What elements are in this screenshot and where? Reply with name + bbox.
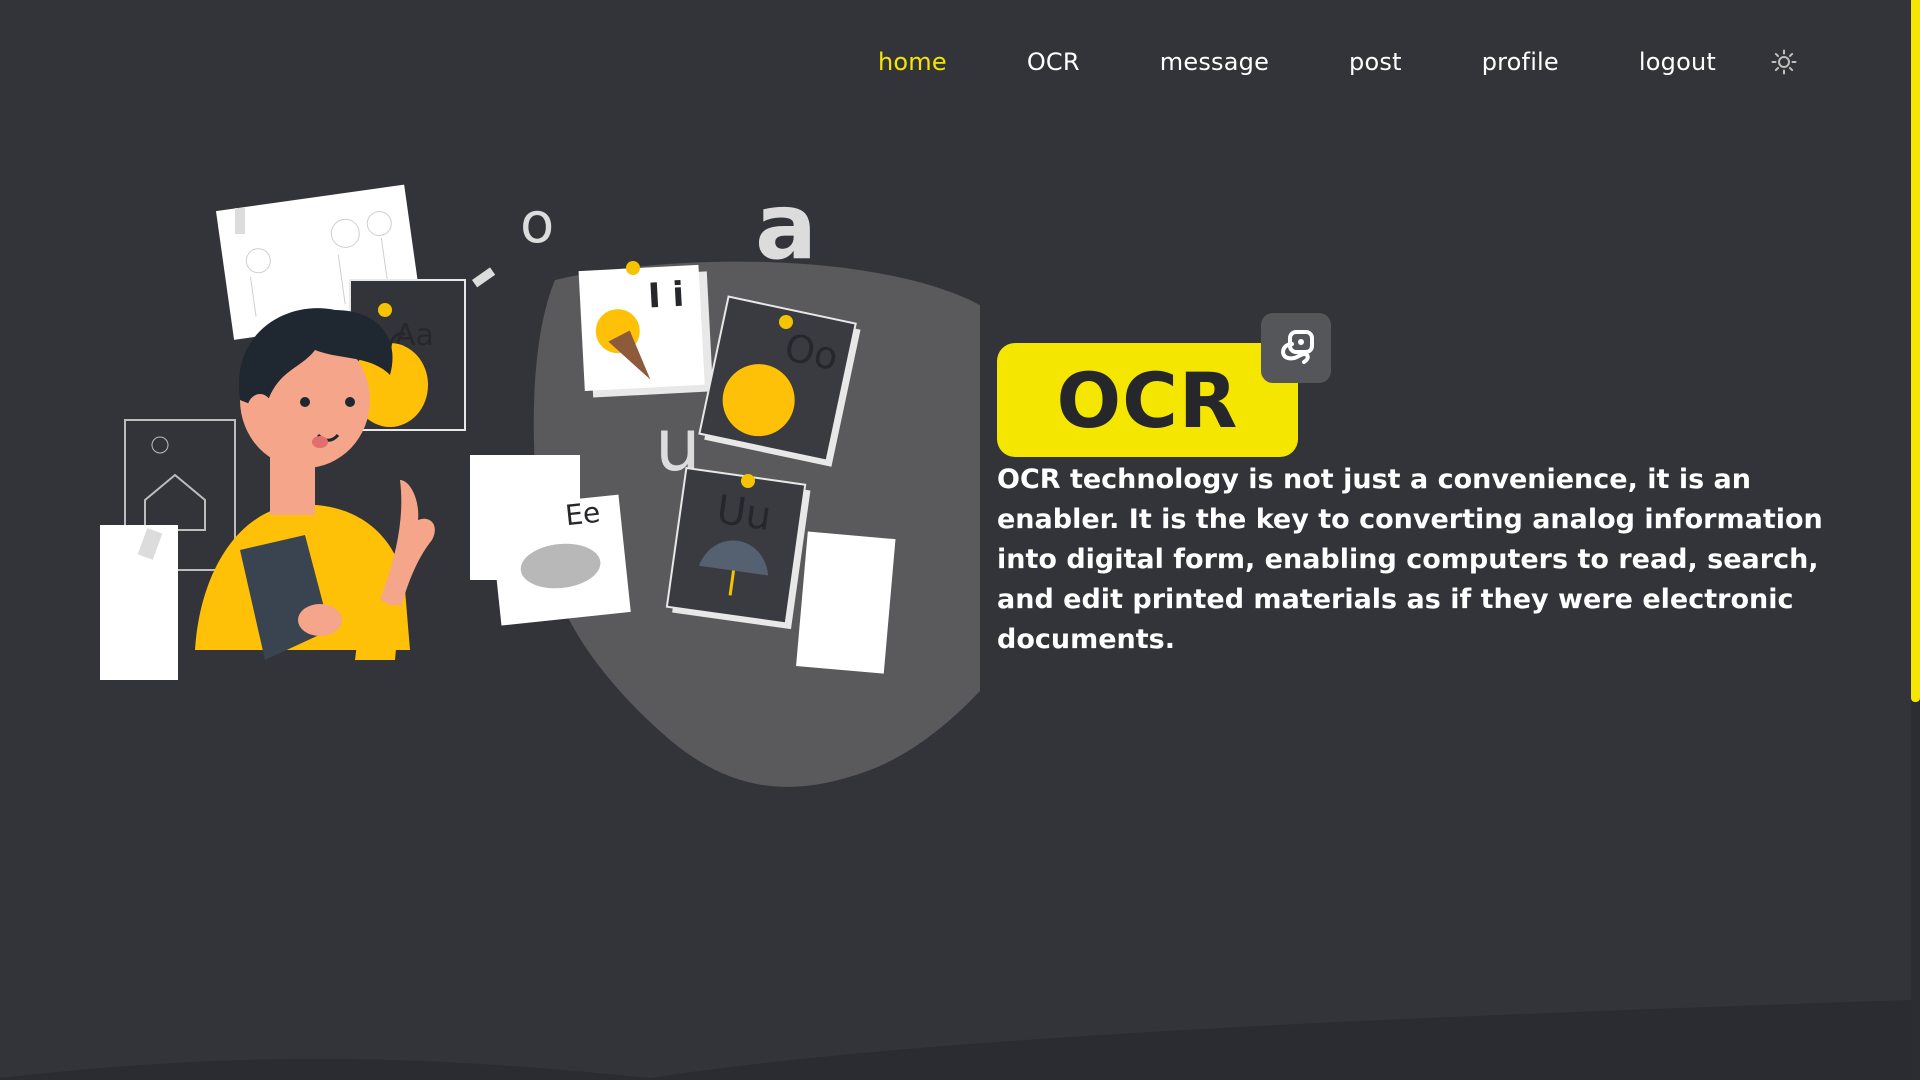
nav-ocr[interactable]: OCR [1027,44,1080,80]
ocr-badge [1261,313,1331,383]
nav-home[interactable]: home [878,44,947,80]
main-nav: home OCR message post profile logout [878,44,1802,80]
hero-title: OCR [1056,355,1239,445]
nav-profile[interactable]: profile [1482,44,1559,80]
theme-toggle-button[interactable] [1766,44,1802,80]
svg-text:Ee: Ee [564,496,602,532]
nav-message[interactable]: message [1160,44,1269,80]
nav-post[interactable]: post [1349,44,1402,80]
scrollbar-thumb[interactable] [1911,0,1920,702]
sun-icon [1771,49,1797,75]
letter-a: a [755,180,817,280]
ocr-scan-icon [1281,330,1314,364]
letter-o: o [520,191,554,256]
hero-description: OCR technology is not just a convenience… [997,464,1823,655]
hero-illustration: o a u i Aa I i Oo Uu [100,180,980,787]
nav-logout[interactable]: logout [1639,44,1716,80]
bottom-wave-decoration [0,1000,1911,1080]
svg-text:Uu: Uu [714,487,775,540]
hero-title-box: OCR [997,343,1298,457]
svg-text:I i: I i [647,275,685,317]
